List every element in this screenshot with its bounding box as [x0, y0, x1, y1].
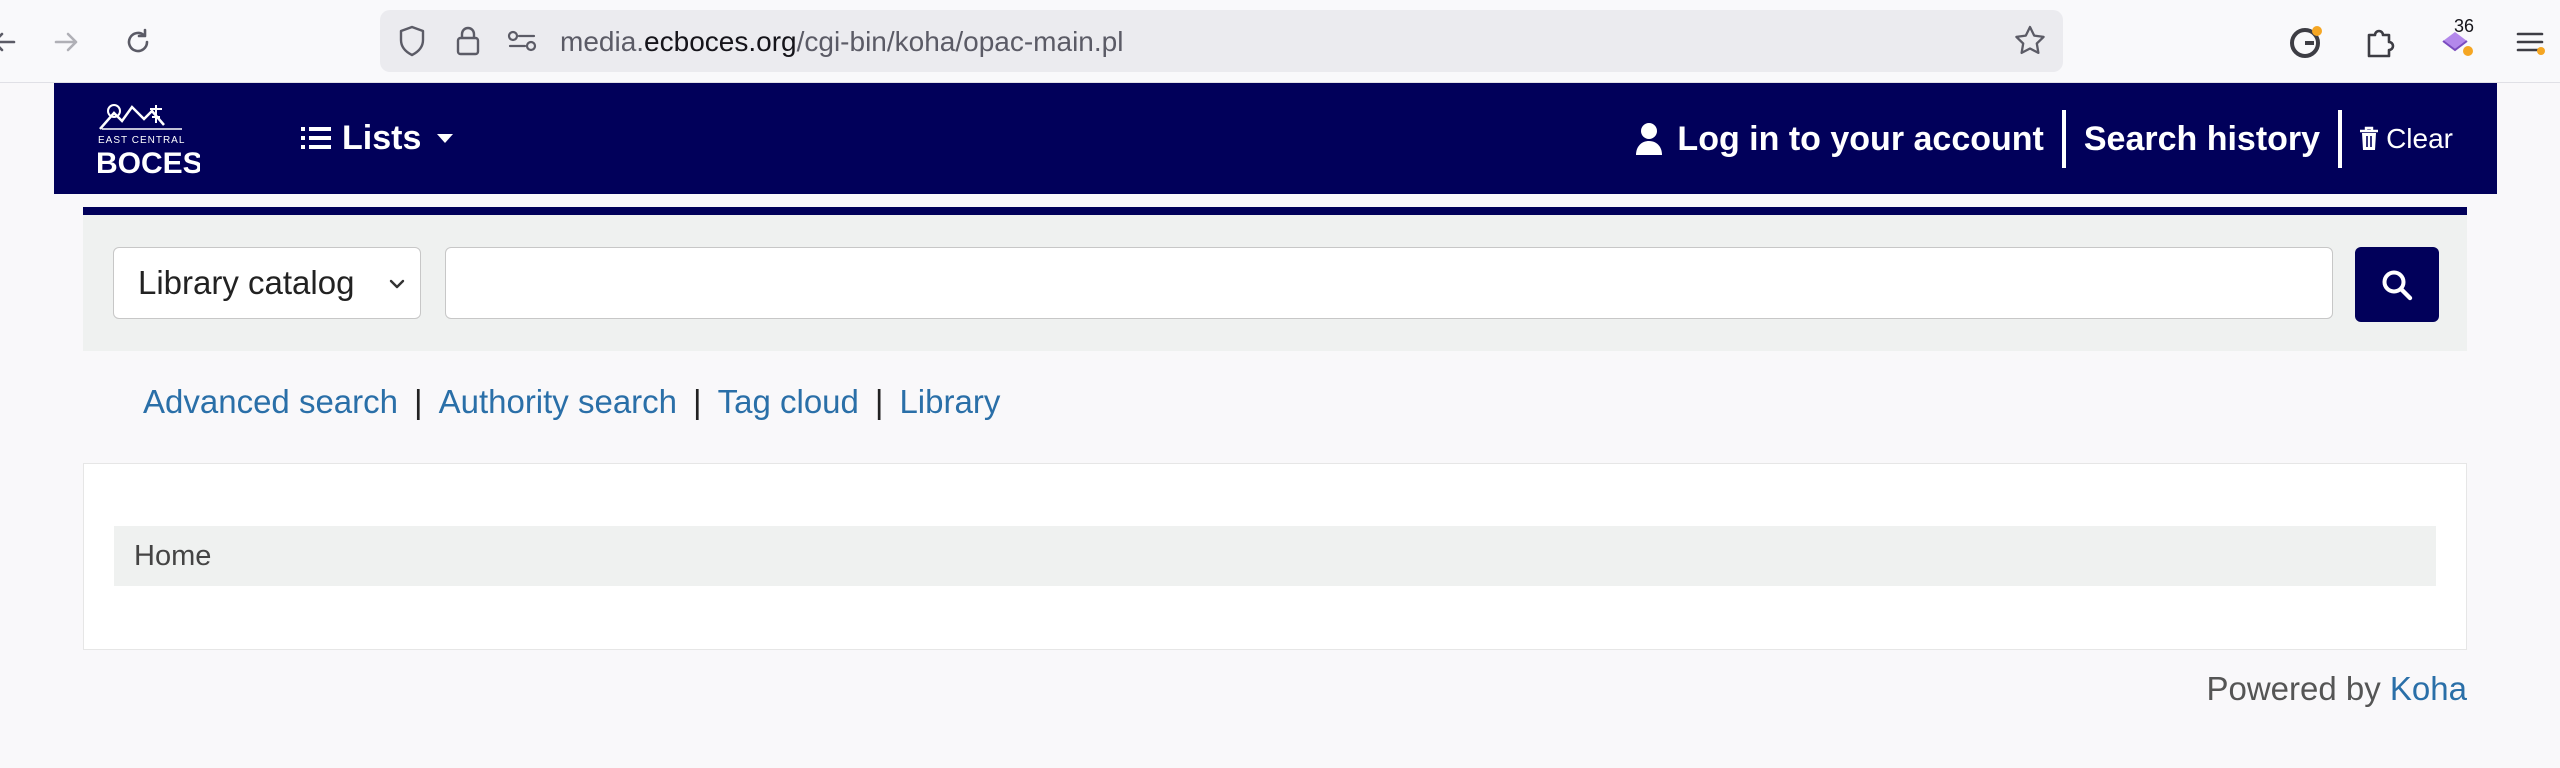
list-icon — [301, 127, 331, 149]
menu-icon[interactable] — [2508, 20, 2552, 64]
clear-history-link[interactable]: Clear — [2342, 123, 2453, 155]
search-button[interactable] — [2355, 247, 2439, 322]
library-link[interactable]: Library — [899, 383, 1000, 421]
lock-icon[interactable] — [450, 23, 486, 59]
chevron-down-icon — [389, 279, 405, 289]
logo-subtitle: EAST CENTRAL — [98, 135, 185, 146]
reload-icon — [127, 28, 149, 53]
forward-arrow-icon — [54, 32, 78, 52]
trash-icon — [2360, 126, 2379, 150]
main-content: Home — [83, 463, 2467, 650]
catalog-select-value: Library catalog — [138, 264, 355, 301]
browser-toolbar: media.ecboces.org/cgi-bin/koha/opac-main… — [0, 0, 2560, 83]
powered-by-text: Powered by — [2206, 670, 2381, 707]
site-permissions-icon[interactable] — [504, 23, 540, 59]
breadcrumb: Home — [114, 526, 2436, 586]
lists-label: Lists — [342, 118, 422, 157]
site-header: EAST CENTRAL BOCES Lists Log in to your … — [54, 83, 2497, 194]
powered-by: Powered by Koha — [2206, 670, 2467, 708]
logo-title: BOCES — [96, 147, 200, 180]
logo-mark-icon: EAST CENTRAL BOCES — [96, 104, 203, 180]
extensions-count: 36 — [2454, 16, 2475, 36]
url-text[interactable]: media.ecboces.org/cgi-bin/koha/opac-main… — [560, 26, 1123, 58]
catalog-select[interactable]: Library catalog — [113, 247, 421, 319]
lists-dropdown[interactable]: Lists — [300, 115, 455, 161]
bookmark-star-icon[interactable] — [2012, 23, 2048, 59]
account-sync-icon[interactable] — [2284, 20, 2328, 64]
search-history-label: Search history — [2083, 119, 2321, 158]
search-input[interactable] — [445, 247, 2333, 319]
link-separator: | — [693, 383, 702, 420]
back-button[interactable] — [0, 20, 26, 64]
caret-down-icon — [437, 134, 454, 143]
login-link[interactable]: Log in to your account — [1635, 110, 2066, 168]
forward-button[interactable] — [44, 20, 88, 64]
more-search-links: Advanced search | Authority search | Tag… — [143, 383, 1000, 421]
search-bar-area: Library catalog — [83, 215, 2467, 351]
back-arrow-icon — [0, 32, 16, 52]
address-bar[interactable]: media.ecboces.org/cgi-bin/koha/opac-main… — [380, 10, 2063, 72]
breadcrumb-home[interactable]: Home — [134, 540, 211, 573]
advanced-search-link[interactable]: Advanced search — [143, 383, 398, 421]
clear-label: Clear — [2386, 123, 2453, 154]
koha-link[interactable]: Koha — [2390, 670, 2467, 707]
user-icon — [1636, 123, 1663, 155]
search-icon — [2382, 270, 2413, 300]
authority-search-link[interactable]: Authority search — [439, 383, 677, 421]
link-separator: | — [414, 383, 423, 420]
boces-logo[interactable]: EAST CENTRAL BOCES — [92, 97, 203, 181]
header-divider — [83, 207, 2467, 215]
link-separator: | — [874, 383, 884, 420]
url-prefix: media. — [560, 26, 645, 57]
login-label: Log in to your account — [1677, 119, 2044, 158]
tag-cloud-link[interactable]: Tag cloud — [718, 383, 859, 421]
extensions-puzzle-icon[interactable] — [2358, 20, 2402, 64]
reload-button[interactable] — [116, 20, 160, 64]
shield-icon[interactable] — [394, 23, 430, 59]
search-history-link[interactable]: Search history — [2066, 110, 2343, 168]
url-path: /cgi-bin/koha/opac-main.pl — [796, 26, 1124, 57]
url-domain: ecboces.org — [644, 26, 797, 57]
